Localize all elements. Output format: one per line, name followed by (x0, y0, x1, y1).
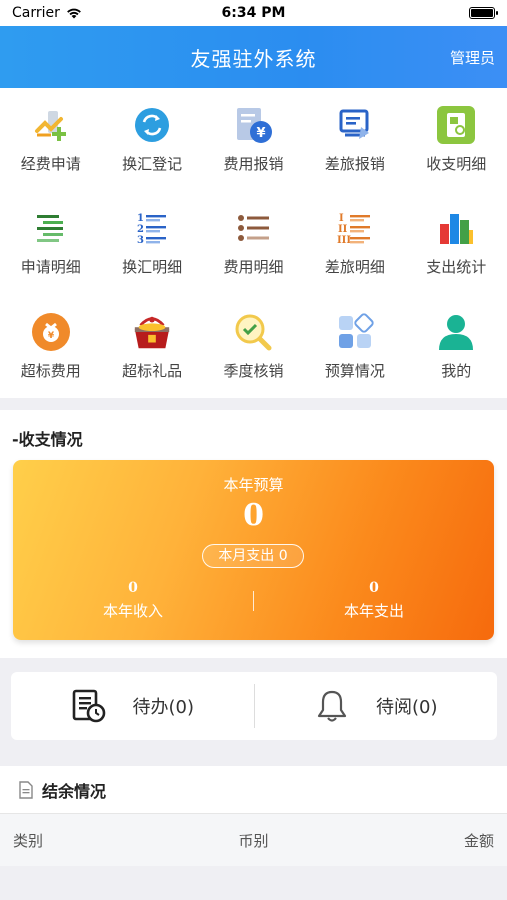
grid-label: 费用报销 (223, 155, 284, 173)
svg-text:1: 1 (137, 213, 144, 224)
col-category: 类别 (13, 831, 44, 850)
wifi-icon (66, 8, 81, 19)
svg-text:2: 2 (137, 224, 144, 235)
col-currency: 币别 (238, 831, 269, 850)
svg-text:III: III (337, 235, 351, 246)
grid-item-quarter-verify[interactable]: 季度核销 (203, 295, 304, 398)
pending-button[interactable]: 待办(0) (11, 672, 254, 740)
document-icon (19, 780, 33, 799)
income-detail-icon (435, 104, 477, 146)
svg-text:¥: ¥ (48, 331, 55, 341)
grid-item-travel-detail[interactable]: I II III 差旅明细 (304, 191, 405, 294)
svg-text:3: 3 (137, 235, 144, 246)
grid-label: 预算情况 (324, 361, 385, 380)
year-income-label: 本年收入 (102, 602, 163, 620)
grid-item-over-cost[interactable]: ¥ 超标费用 (0, 295, 101, 398)
grid-item-apply-detail[interactable]: 申请明细 (0, 191, 101, 294)
grid-item-budget[interactable]: 预算情况 (304, 295, 405, 398)
todo-bar: 待办(0) 待阅(0) (11, 672, 497, 740)
grid-item-income-detail[interactable]: 收支明细 (406, 88, 507, 191)
svg-text:II: II (338, 224, 348, 235)
battery-icon (469, 7, 498, 19)
balance-header: 结余情况 (0, 766, 507, 814)
gift-basket-icon (131, 311, 173, 353)
year-spend-value: 0 (369, 580, 379, 596)
expense-reimburse-icon: ¥ (232, 104, 274, 146)
to-read-label: 待阅(0) (376, 697, 438, 718)
expense-detail-icon (232, 207, 274, 249)
apply-detail-icon (30, 207, 72, 249)
grid-item-exchange-detail[interactable]: 1 2 3 换汇明细 (101, 191, 202, 294)
grid-item-spend-stats[interactable]: 支出统计 (406, 191, 507, 294)
grid-item-travel-reimburse[interactable]: 差旅报销 (304, 88, 405, 191)
travel-detail-icon: I II III (334, 207, 376, 249)
grid-item-expense-detail[interactable]: 费用明细 (203, 191, 304, 294)
pending-label: 待办(0) (132, 697, 195, 718)
user-icon (435, 311, 477, 353)
budget-label: 本年预算 (223, 476, 284, 494)
balance-table-header: 类别 币别 金额 (0, 814, 507, 866)
grid-label: 差旅报销 (324, 155, 385, 173)
exchange-icon (131, 104, 173, 146)
grid-label: 申请明细 (20, 258, 81, 277)
app-header: 友强驻外系统 管理员 (0, 26, 507, 88)
fund-apply-icon (30, 104, 72, 146)
month-spend-badge: 本月支出 0 (202, 544, 304, 568)
grid-label: 差旅明细 (324, 258, 385, 277)
grid-label: 季度核销 (223, 361, 284, 380)
over-cost-icon: ¥ (30, 311, 72, 353)
balance-section: 结余情况 类别 币别 金额 (0, 766, 507, 866)
section-title: -收支情况 (12, 430, 83, 449)
grid-label: 超标费用 (20, 361, 81, 380)
grid-item-gift[interactable]: 超标礼品 (101, 295, 202, 398)
grid-label: 换汇明细 (122, 258, 183, 277)
grid-label: 我的 (441, 361, 472, 380)
grid-label: 费用明细 (223, 258, 284, 277)
year-income: 0 本年收入 (13, 580, 253, 621)
grid-item-exchange[interactable]: 换汇登记 (101, 88, 202, 191)
grid-item-fund-apply[interactable]: 经费申请 (0, 88, 101, 191)
year-spend: 0 本年支出 (254, 580, 494, 621)
col-amount: 金额 (463, 831, 494, 850)
status-bar: Carrier 6:34 PM (0, 0, 507, 26)
budget-card[interactable]: 本年预算 0 本月支出 0 0 本年收入 0 本年支出 (13, 460, 494, 640)
function-grid: 经费申请 换汇登记 ¥ 费用报销 差旅报销 收支明细 申请明细 1 2 3 换汇… (0, 88, 507, 398)
grid-label: 超标礼品 (122, 361, 183, 380)
travel-reimburse-icon (334, 104, 376, 146)
grid-item-expense-reimburse[interactable]: ¥ 费用报销 (203, 88, 304, 191)
pending-doc-clock-icon (72, 689, 105, 723)
svg-text:¥: ¥ (257, 126, 266, 141)
year-spend-label: 本年支出 (343, 602, 404, 620)
bell-icon (317, 690, 347, 722)
to-read-button[interactable]: 待阅(0) (255, 672, 498, 740)
income-section: -收支情况 本年预算 0 本月支出 0 0 本年收入 0 本年支出 (0, 410, 507, 658)
page-title: 友强驻外系统 (190, 47, 317, 71)
exchange-detail-icon: 1 2 3 (131, 207, 173, 249)
grid-label: 支出统计 (426, 258, 487, 277)
grid-label: 经费申请 (20, 155, 81, 173)
carrier-group: Carrier (12, 5, 82, 21)
bar-chart-icon (435, 207, 477, 249)
budget-grid-icon (334, 311, 376, 353)
admin-button[interactable]: 管理员 (450, 47, 495, 68)
balance-title: 结余情况 (42, 781, 107, 801)
grid-label: 换汇登记 (122, 155, 183, 173)
svg-text:I: I (339, 213, 344, 224)
grid-label: 收支明细 (426, 155, 487, 173)
magnifier-check-icon (232, 311, 274, 353)
budget-value: 0 (243, 498, 264, 533)
year-income-value: 0 (128, 580, 138, 596)
carrier-label: Carrier (12, 5, 60, 21)
grid-item-mine[interactable]: 我的 (406, 295, 507, 398)
